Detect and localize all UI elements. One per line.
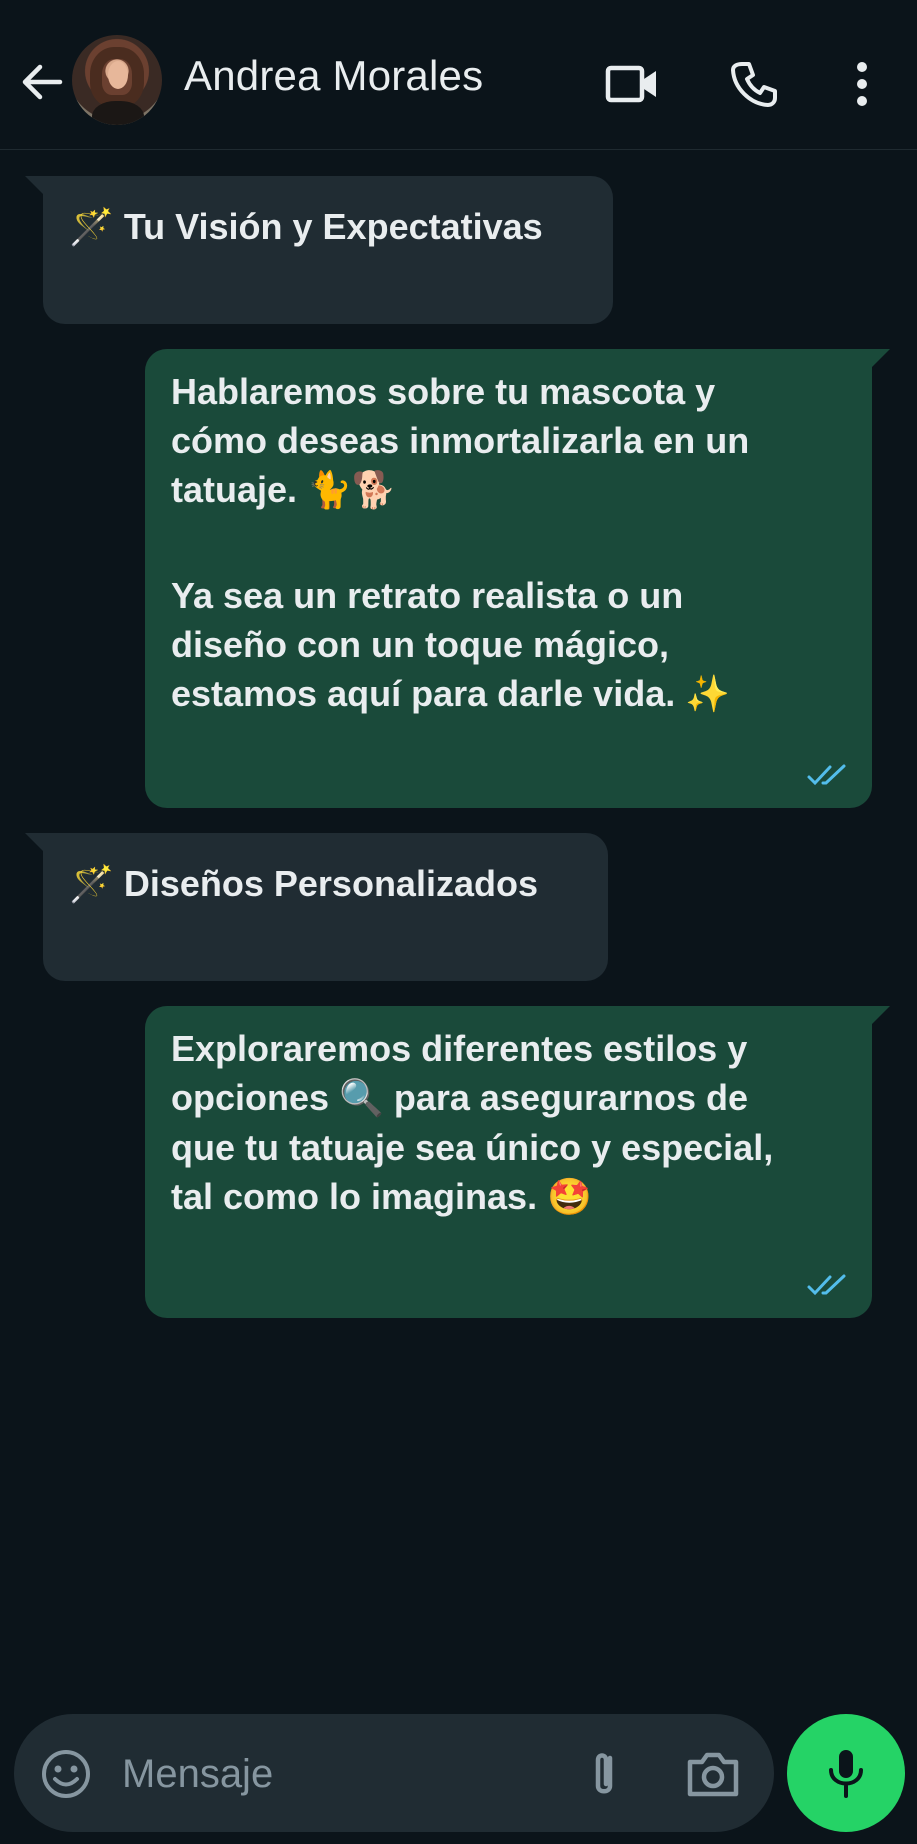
message-input[interactable] xyxy=(120,1740,564,1808)
camera-icon[interactable] xyxy=(684,1746,742,1802)
message-composer xyxy=(14,1714,774,1832)
message-line: opciones 🔍 para asegurarnos de xyxy=(171,1073,848,1123)
magic-wand-icon: 🪄 xyxy=(69,207,114,248)
cat-dog-icon: 🐈🐕 xyxy=(307,470,397,511)
back-button[interactable] xyxy=(18,58,66,106)
contact-name[interactable]: Andrea Morales xyxy=(184,52,483,100)
message-incoming[interactable]: 🪄 Diseños Personalizados xyxy=(25,833,608,981)
message-line: Exploraremos diferentes estilos y xyxy=(171,1028,748,1069)
message-line: Ya sea un retrato realista o un xyxy=(171,575,684,616)
message-line: tatuaje. 🐈🐕 xyxy=(171,465,848,515)
menu-button[interactable] xyxy=(834,56,890,112)
avatar-body xyxy=(92,101,144,125)
magic-wand-icon: 🪄 xyxy=(69,864,114,905)
message-line: estamos aquí para darle vida. ✨ xyxy=(171,669,848,719)
sparkles-icon: ✨ xyxy=(685,674,731,715)
message-text: opciones xyxy=(171,1077,330,1118)
chat-header: Andrea Morales xyxy=(0,0,917,150)
message-incoming[interactable]: 🪄 Tu Visión y Expectativas xyxy=(25,176,613,324)
message-outgoing[interactable]: Hablaremos sobre tu mascota y cómo desea… xyxy=(145,349,890,808)
message-line: Hablaremos sobre tu mascota y xyxy=(171,371,716,412)
read-ticks-icon xyxy=(807,1274,846,1296)
message-line: que tu tatuaje sea único y especial, xyxy=(171,1127,774,1168)
message-text: Tu Visión y Expectativas xyxy=(123,206,543,247)
microphone-icon xyxy=(829,1750,863,1798)
video-call-button[interactable] xyxy=(604,56,660,112)
phone-icon xyxy=(731,62,777,107)
avatar[interactable] xyxy=(72,35,162,125)
message-line: cómo deseas inmortalizarla en un xyxy=(171,420,750,461)
magnifying-glass-icon: 🔍 xyxy=(339,1078,384,1119)
message-text: estamos aquí para darle vida. xyxy=(171,673,676,714)
message-text: tal como lo imaginas. xyxy=(171,1176,538,1217)
kebab-menu-icon xyxy=(857,62,867,106)
message-outgoing[interactable]: Exploraremos diferentes estilos y opcion… xyxy=(145,1006,890,1318)
video-camera-icon xyxy=(605,65,656,103)
arrow-left-icon xyxy=(22,64,63,100)
message-text: para asegurarnos de xyxy=(393,1077,749,1118)
voice-message-button[interactable] xyxy=(787,1714,905,1832)
message-line: tal como lo imaginas. 🤩 xyxy=(171,1172,848,1222)
message-line: diseño con un toque mágico, xyxy=(171,624,670,665)
avatar-face xyxy=(108,61,128,89)
read-ticks-icon xyxy=(807,764,846,786)
message-text: Diseños Personalizados xyxy=(123,863,538,904)
smiley-icon[interactable] xyxy=(40,1748,92,1800)
voice-call-button[interactable] xyxy=(726,56,782,112)
star-struck-icon: 🤩 xyxy=(547,1177,592,1218)
message-text: tatuaje. xyxy=(171,469,298,510)
paperclip-icon[interactable] xyxy=(574,1744,634,1804)
